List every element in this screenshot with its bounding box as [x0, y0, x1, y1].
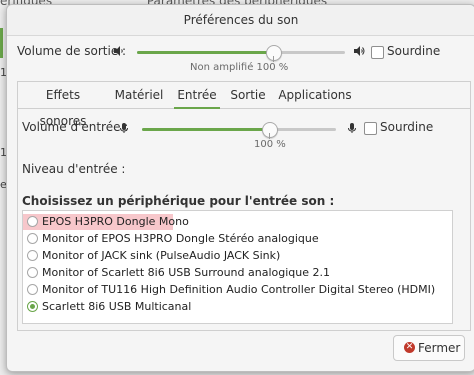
device-label: Monitor of EPOS H3PRO Dongle Stéréo anal…	[42, 232, 319, 245]
background-accent-strip	[0, 28, 3, 58]
device-label: EPOS H3PRO Dongle Mono	[42, 215, 189, 228]
device-radio[interactable]	[27, 267, 38, 278]
tab-hardware[interactable]: Matériel	[112, 82, 166, 107]
device-label: Monitor of TU116 High Definition Audio C…	[42, 283, 436, 296]
tab-input[interactable]: Entrée	[174, 82, 220, 109]
device-radio[interactable]	[27, 250, 38, 261]
input-level-label: Niveau d'entrée :	[22, 162, 126, 176]
input-volume-slider[interactable]	[142, 128, 336, 131]
microphone-high-icon	[348, 123, 356, 133]
list-item[interactable]: Scarlett 8i6 USB Multicanal	[23, 299, 452, 315]
output-volume-fill	[137, 51, 273, 54]
input-volume-label: Volume d'entrée :	[22, 120, 129, 134]
input-volume-mark-label: 100 %	[254, 139, 286, 150]
device-label: Monitor of JACK sink (PulseAudio JACK Si…	[42, 249, 281, 262]
input-device-list: EPOS H3PRO Dongle Mono Monitor of EPOS H…	[22, 210, 453, 324]
device-label: Monitor of Scarlett 8i6 USB Surround ana…	[42, 266, 330, 279]
sound-preferences-dialog: Préférences du son Volume de sortie : No…	[6, 4, 474, 372]
device-radio[interactable]	[27, 216, 38, 227]
close-button-label: Fermer	[418, 341, 461, 355]
device-label: Scarlett 8i6 USB Multicanal	[42, 300, 192, 313]
close-icon: ✕	[404, 342, 415, 353]
microphone-low-icon	[120, 123, 128, 133]
device-list-heading: Choisissez un périphérique pour l'entrée…	[22, 194, 335, 208]
output-volume-mark-label: Non amplifié 100 %	[190, 62, 289, 73]
output-volume-knob[interactable]	[265, 45, 282, 61]
tab-output[interactable]: Sortie	[228, 82, 268, 107]
device-radio[interactable]	[27, 233, 38, 244]
output-mute-checkbox[interactable]	[371, 46, 384, 59]
speaker-low-icon	[114, 46, 123, 56]
output-volume-slider[interactable]	[137, 51, 345, 54]
tab-sound-effects[interactable]: Effets sonores	[22, 82, 104, 128]
speaker-high-icon	[354, 46, 365, 56]
input-volume-knob[interactable]	[261, 122, 278, 138]
list-item[interactable]: Monitor of EPOS H3PRO Dongle Stéréo anal…	[23, 231, 452, 247]
list-item[interactable]: Monitor of Scarlett 8i6 USB Surround ana…	[23, 265, 452, 281]
output-volume-label: Volume de sortie :	[17, 44, 127, 58]
close-button[interactable]: ✕ Fermer	[393, 335, 465, 361]
tab-bar: Effets sonores Matériel Entrée Sortie Ap…	[18, 82, 470, 128]
device-radio-selected[interactable]	[27, 301, 38, 312]
dialog-title: Préférences du son	[7, 5, 474, 36]
sound-tabs-notebook: Effets sonores Matériel Entrée Sortie Ap…	[17, 81, 471, 331]
input-mute-checkbox[interactable]	[364, 122, 377, 135]
list-item[interactable]: EPOS H3PRO Dongle Mono	[23, 214, 450, 230]
device-radio[interactable]	[27, 284, 38, 295]
list-item[interactable]: Monitor of JACK sink (PulseAudio JACK Si…	[23, 248, 452, 264]
list-item[interactable]: Monitor of TU116 High Definition Audio C…	[23, 282, 452, 298]
input-mute-label: Sourdine	[380, 120, 434, 134]
output-mute-label: Sourdine	[387, 44, 441, 58]
tab-applications[interactable]: Applications	[278, 82, 352, 107]
input-volume-fill	[142, 128, 269, 131]
